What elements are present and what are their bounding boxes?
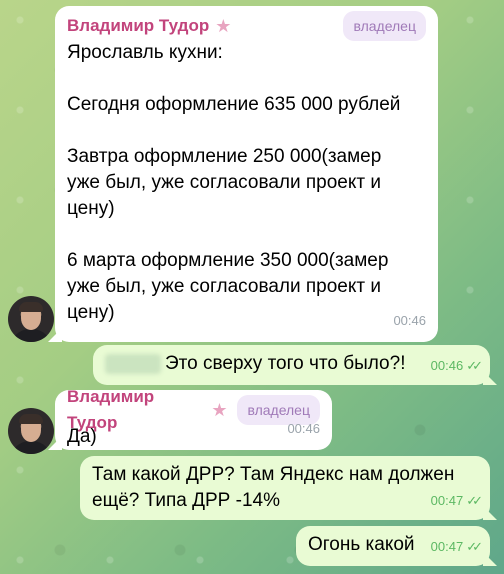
outgoing-message[interactable]: Это сверху того что было?! 00:46 ✓✓ [93, 345, 490, 385]
avatar[interactable] [8, 408, 54, 454]
double-check-icon: ✓✓ [466, 358, 483, 373]
message-text: Это сверху того что было?! [165, 353, 406, 374]
message-time: 00:47 [430, 493, 464, 508]
message-text: Огонь какой [308, 534, 415, 555]
incoming-message[interactable]: Владимир Тудор ★ владелец Да) 00:46 [55, 387, 332, 450]
blurred-mention [105, 353, 161, 374]
sender-name[interactable]: Владимир Тудор [67, 13, 209, 39]
star-icon: ★ [215, 16, 232, 36]
role-badge: владелец [343, 11, 426, 41]
message-time: 00:46 [430, 358, 464, 373]
avatar[interactable] [8, 296, 54, 342]
outgoing-message[interactable]: Там какой ДРР? Там Яндекс нам должен ещё… [80, 456, 490, 520]
message-time-status: 00:46 ✓✓ [430, 353, 483, 379]
message-time: 00:46 [393, 313, 426, 328]
message-time: 00:46 [287, 421, 320, 436]
message-time-status: 00:47 ✓✓ [430, 534, 483, 560]
star-icon: ★ [211, 400, 228, 420]
message-time-status: 00:47 ✓✓ [430, 488, 483, 514]
double-check-icon: ✓✓ [466, 539, 483, 554]
message-time: 00:47 [430, 539, 464, 554]
outgoing-message[interactable]: Огонь какой 00:47 ✓✓ [296, 526, 490, 566]
message-text: Там какой ДРР? Там Яндекс нам должен ещё… [92, 464, 455, 511]
message-text: Ярославль кухни: Сегодня оформление 635 … [67, 42, 401, 323]
incoming-message[interactable]: Владимир Тудор ★ владелец Ярославль кухн… [55, 6, 438, 342]
double-check-icon: ✓✓ [466, 493, 483, 508]
